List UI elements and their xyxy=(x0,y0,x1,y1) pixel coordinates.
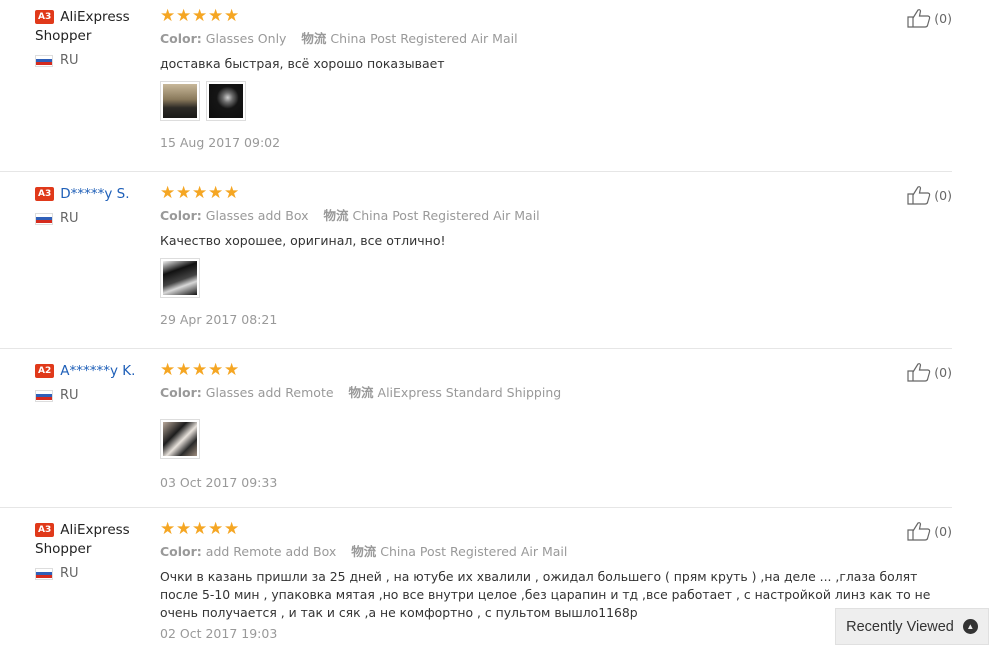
reviewer-info: A3 AliExpress Shopper RU xyxy=(35,8,153,68)
star-rating: ★ ★ ★ ★ ★ xyxy=(160,519,920,539)
reviewer-country: RU xyxy=(35,388,153,403)
helpful-count: (0) xyxy=(934,187,952,203)
shipping-value: China Post Registered Air Mail xyxy=(352,208,540,223)
star-icon: ★ xyxy=(160,519,176,539)
chevron-up-icon: ▲ xyxy=(962,619,978,634)
star-rating: ★ ★ ★ ★ ★ xyxy=(160,360,920,380)
buyer-level-badge: A3 xyxy=(35,10,55,24)
reviewer-info: A3 D*****y S. RU xyxy=(35,185,153,226)
order-info: Color: Glasses add Box 物流 China Post Reg… xyxy=(160,208,540,223)
star-icon: ★ xyxy=(160,183,176,203)
star-rating: ★ ★ ★ ★ ★ xyxy=(160,6,920,26)
color-value: add Remote add Box xyxy=(205,544,337,559)
review-date: 03 Oct 2017 09:33 xyxy=(160,475,278,490)
russia-flag-icon xyxy=(35,54,53,67)
helpful-button[interactable]: (0) xyxy=(907,185,952,205)
review-images xyxy=(160,419,920,461)
helpful-count: (0) xyxy=(934,10,952,26)
star-icon: ★ xyxy=(160,360,176,380)
thumbs-up-icon xyxy=(907,186,931,205)
order-info: Color: Glasses add Remote 物流 AliExpress … xyxy=(160,385,562,400)
review-item: A2 A******y K. RU ★ ★ ★ ★ ★ Color: Glasses ad… xyxy=(0,362,952,508)
helpful-button[interactable]: (0) xyxy=(907,362,952,382)
star-icon: ★ xyxy=(192,519,208,539)
reviewer-info: A3 AliExpress Shopper RU xyxy=(35,521,153,581)
color-value: Glasses Only xyxy=(205,31,287,46)
star-icon: ★ xyxy=(192,6,208,26)
helpful-button[interactable]: (0) xyxy=(907,8,952,28)
star-icon: ★ xyxy=(176,360,192,380)
recently-viewed-label: Recently Viewed xyxy=(846,618,954,635)
reviewer-country: RU xyxy=(35,53,153,68)
review-photo-thumbnail[interactable] xyxy=(160,419,200,459)
review-item: A3 AliExpress Shopper RU ★ ★ ★ ★ ★ Color: Gla… xyxy=(0,8,952,172)
review-text: Качество хорошее, оригинал, все отлично! xyxy=(160,233,446,248)
star-icon: ★ xyxy=(176,183,192,203)
helpful-count: (0) xyxy=(934,523,952,539)
star-icon: ★ xyxy=(224,519,240,539)
buyer-level-badge: A2 xyxy=(35,364,55,378)
thumbs-up-icon xyxy=(907,363,931,382)
reviewer-country: RU xyxy=(35,566,153,581)
star-icon: ★ xyxy=(192,360,208,380)
review-date: 02 Oct 2017 19:03 xyxy=(160,626,278,641)
review-date: 29 Apr 2017 08:21 xyxy=(160,312,278,327)
star-icon: ★ xyxy=(160,6,176,26)
star-icon: ★ xyxy=(176,6,192,26)
review-item: A3 AliExpress Shopper RU ★ ★ ★ ★ ★ Color: add… xyxy=(0,521,952,651)
thumbs-up-icon xyxy=(907,9,931,28)
thumbs-up-icon xyxy=(907,522,931,541)
review-date: 15 Aug 2017 09:02 xyxy=(160,135,281,150)
review-images xyxy=(160,81,920,123)
russia-flag-icon xyxy=(35,567,53,580)
star-icon: ★ xyxy=(176,519,192,539)
shipping-value: China Post Registered Air Mail xyxy=(330,31,518,46)
reviewer-name: A3 AliExpress Shopper xyxy=(35,9,130,44)
reviewer-country: RU xyxy=(35,211,153,226)
review-photo-thumbnail[interactable] xyxy=(206,81,246,121)
star-icon: ★ xyxy=(224,183,240,203)
star-icon: ★ xyxy=(208,519,224,539)
recently-viewed-button[interactable]: Recently Viewed ▲ xyxy=(835,608,989,645)
helpful-button[interactable]: (0) xyxy=(907,521,952,541)
reviewer-name[interactable]: A2 A******y K. xyxy=(35,362,153,381)
review-body: ★ ★ ★ ★ ★ Color: Glasses add Box 物流 China Po… xyxy=(160,185,920,328)
color-value: Glasses add Box xyxy=(205,208,309,223)
review-item: A3 D*****y S. RU ★ ★ ★ ★ ★ Color: Glasses add… xyxy=(0,185,952,349)
review-body: ★ ★ ★ ★ ★ Color: Glasses add Remote 物流 AliEx… xyxy=(160,362,920,491)
buyer-level-badge: A3 xyxy=(35,523,55,537)
reviewer-name: A3 AliExpress Shopper xyxy=(35,522,130,557)
review-images xyxy=(160,258,920,300)
buyer-level-badge: A3 xyxy=(35,187,55,201)
reviewer-name[interactable]: A3 D*****y S. xyxy=(35,185,153,204)
order-info: Color: Glasses Only 物流 China Post Regist… xyxy=(160,31,518,46)
star-icon: ★ xyxy=(208,6,224,26)
star-icon: ★ xyxy=(208,360,224,380)
review-body: ★ ★ ★ ★ ★ Color: add Remote add Box 物流 China… xyxy=(160,519,930,642)
star-icon: ★ xyxy=(224,360,240,380)
color-value: Glasses add Remote xyxy=(205,385,334,400)
shipping-value: China Post Registered Air Mail xyxy=(380,544,568,559)
star-icon: ★ xyxy=(208,183,224,203)
russia-flag-icon xyxy=(35,212,53,225)
russia-flag-icon xyxy=(35,389,53,402)
reviewer-info: A2 A******y K. RU xyxy=(35,362,153,403)
review-body: ★ ★ ★ ★ ★ Color: Glasses Only 物流 China Post … xyxy=(160,8,920,151)
review-text: доставка быстрая, всё хорошо показывает xyxy=(160,56,445,71)
helpful-count: (0) xyxy=(934,364,952,380)
review-photo-thumbnail[interactable] xyxy=(160,258,200,298)
star-icon: ★ xyxy=(224,6,240,26)
shipping-value: AliExpress Standard Shipping xyxy=(377,385,562,400)
star-rating: ★ ★ ★ ★ ★ xyxy=(160,183,920,203)
star-icon: ★ xyxy=(192,183,208,203)
order-info: Color: add Remote add Box 物流 China Post … xyxy=(160,544,568,559)
review-photo-thumbnail[interactable] xyxy=(160,81,200,121)
